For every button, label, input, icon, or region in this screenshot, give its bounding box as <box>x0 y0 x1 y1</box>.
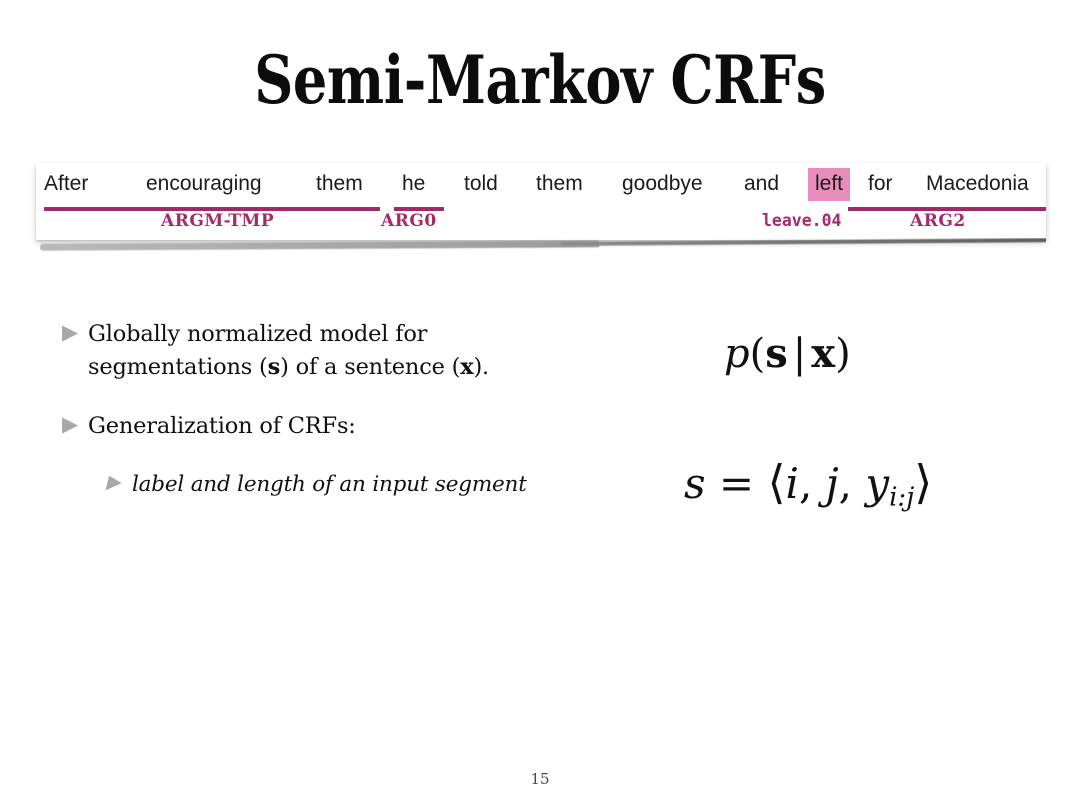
sentence-word-highlighted: left <box>808 168 851 201</box>
bullet-text: Generalization of CRFs: <box>88 413 356 439</box>
sentence-word: told <box>464 172 498 195</box>
role-label: ARG2 <box>910 211 966 231</box>
sentence-word: After <box>44 172 89 195</box>
bullet-triangle-icon: ▶ <box>62 412 79 436</box>
sentence-word: for <box>868 172 893 195</box>
role-label: ARGM-TMP <box>161 211 275 231</box>
bullet-item: ▶ label and length of an input segment <box>106 469 582 501</box>
bullet-text: label and length of an input segment <box>132 472 527 497</box>
sentence-word: Macedonia <box>926 172 1029 195</box>
sentence-word: encouraging <box>146 172 262 195</box>
role-label: ARG0 <box>381 211 437 231</box>
page-title: Semi-Markov CRFs <box>254 41 826 119</box>
sentence-word: he <box>402 172 426 195</box>
bullet-triangle-icon: ▶ <box>62 320 79 344</box>
sentence-word: goodbye <box>622 172 703 195</box>
sentence-word: them <box>316 172 363 195</box>
bullet-item: ▶ Globally normalized model for segmentat… <box>62 318 582 384</box>
sentence-words: After encouraging them he told them goodbye and… <box>36 168 1046 201</box>
bullet-triangle-icon: ▶ <box>106 472 121 493</box>
formula-segment-definition: s = ⟨i, j, yi:j⟩ <box>684 455 933 513</box>
bullet-text: Globally normalized model for segmentati… <box>88 321 490 380</box>
predicate-sense-label: leave.04 <box>762 211 842 230</box>
bullet-list: ▶ Globally normalized model for segmentat… <box>62 318 582 527</box>
slide-root: Semi-Markov CRFs After encouraging them he t… <box>0 0 1080 810</box>
srl-annotation-card: After encouraging them he told them goodbye and… <box>36 163 1046 240</box>
page-number: 15 <box>530 770 550 788</box>
sentence-word: and <box>744 172 780 195</box>
bullet-item: ▶ Generalization of CRFs: <box>62 410 582 443</box>
sentence-word: them <box>536 172 583 195</box>
torn-paper-edge <box>40 238 1046 252</box>
formula-conditional-probability: p(s | x) <box>724 330 851 377</box>
